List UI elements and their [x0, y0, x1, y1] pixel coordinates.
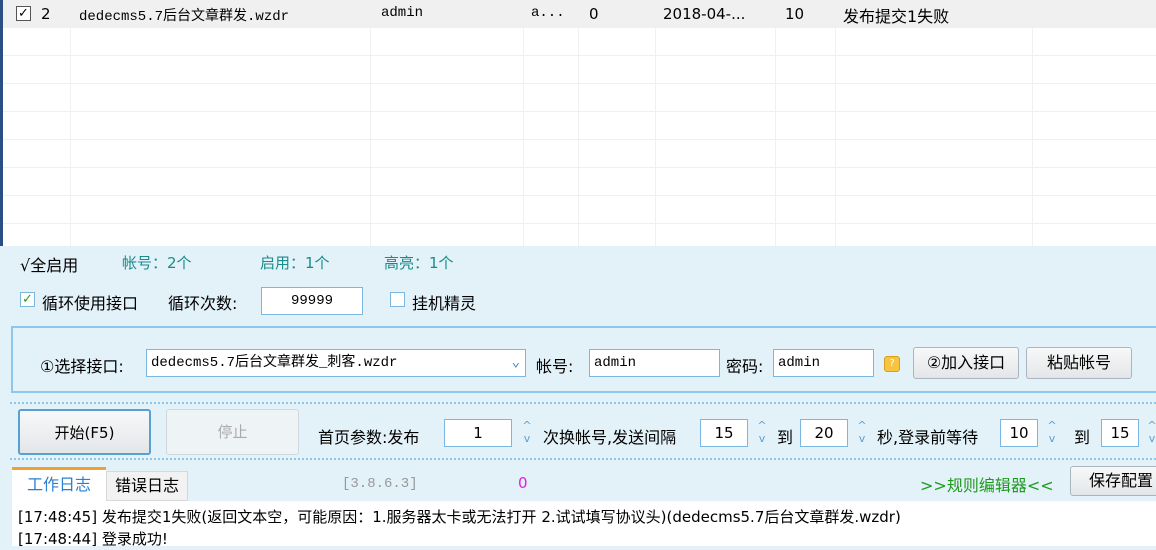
save-config-button[interactable]: 保存配置: [1070, 466, 1156, 496]
wait-to-spinner[interactable]: ^ v: [1143, 419, 1156, 447]
to-label-2: 到: [1074, 428, 1091, 447]
chevron-down-icon: ⌄: [511, 355, 520, 371]
help-icon[interactable]: ?: [884, 356, 900, 372]
wait-from-input[interactable]: 10: [1000, 419, 1038, 447]
tab-error-log[interactable]: 错误日志: [106, 471, 188, 501]
row-date: 2018-04-...: [663, 5, 746, 23]
accounts-count: 帐号：2个: [122, 254, 192, 272]
params-label: 首页参数:发布: [318, 428, 420, 447]
rule-editor-link[interactable]: >>规则编辑器<<: [920, 472, 1054, 496]
interface-select[interactable]: dedecms5.7后台文章群发_刺客.wzdr ⌄: [146, 349, 526, 377]
start-button[interactable]: 开始(F5): [18, 409, 151, 455]
tab-work-log[interactable]: 工作日志: [12, 467, 106, 501]
to-label: 到: [777, 428, 794, 447]
password-label: 密码:: [726, 357, 764, 376]
loop-count-input[interactable]: 99999: [261, 287, 363, 315]
loop-count-label: 循环次数:: [168, 294, 238, 313]
password-input[interactable]: admin: [773, 349, 874, 377]
wait-from-spinner[interactable]: ^ v: [1043, 419, 1061, 447]
switch-label: 次换帐号,发送间隔: [543, 428, 677, 447]
publish-count-input[interactable]: 1: [444, 419, 512, 447]
row-count: 0: [589, 5, 599, 23]
row-account: admin: [381, 5, 424, 21]
interval-from-spinner[interactable]: ^ v: [753, 419, 771, 447]
account-input[interactable]: admin: [589, 349, 720, 377]
version-label: [3.8.6.3]: [342, 476, 418, 492]
loop-checkbox[interactable]: ✓: [20, 292, 35, 307]
highlight-count: 高亮：1个: [384, 254, 454, 272]
interval-to-input[interactable]: 20: [800, 419, 848, 447]
select-interface-label: ①选择接口:: [40, 357, 124, 376]
row-status: 发布提交1失败: [843, 7, 950, 26]
loop-label: 循环使用接口: [42, 294, 139, 313]
account-label: 帐号:: [536, 357, 574, 376]
enabled-count: 启用：1个: [260, 254, 330, 272]
interface-select-value: dedecms5.7后台文章群发_刺客.wzdr: [151, 355, 398, 371]
interval-from-input[interactable]: 15: [700, 419, 748, 447]
hangup-checkbox[interactable]: [390, 292, 405, 307]
log-area[interactable]: [17:48:45] 发布提交1失败(返回文本空，可能原因：1.服务器太卡或无法…: [12, 501, 1156, 548]
paste-account-button[interactable]: 粘贴帐号: [1026, 347, 1132, 379]
enable-all-link[interactable]: √全启用: [20, 252, 78, 276]
row-checkbox[interactable]: ✓: [16, 6, 31, 21]
log-line: [17:48:45] 发布提交1失败(返回文本空，可能原因：1.服务器太卡或无法…: [18, 508, 901, 526]
wait-label: 秒,登录前等待: [877, 428, 979, 447]
row-interface: dedecms5.7后台文章群发.wzdr: [79, 9, 290, 25]
wait-to-input[interactable]: 15: [1101, 419, 1139, 447]
log-line: [17:48:44] 登录成功!: [18, 530, 168, 548]
row-value: 10: [785, 5, 805, 23]
counter-label: 0: [518, 474, 528, 492]
stop-button[interactable]: 停止: [166, 409, 299, 455]
task-table: ✓ 2 dedecms5.7后台文章群发.wzdr admin a... 0 2…: [0, 0, 1156, 246]
interval-to-spinner[interactable]: ^ v: [853, 419, 871, 447]
hangup-label: 挂机精灵: [412, 294, 477, 313]
publish-count-spinner[interactable]: ^ v: [518, 419, 536, 447]
row-password: a...: [531, 5, 565, 21]
add-interface-button[interactable]: ②加入接口: [913, 347, 1019, 379]
row-index: 2: [41, 5, 51, 23]
table-row[interactable]: ✓ 2 dedecms5.7后台文章群发.wzdr admin a... 0 2…: [3, 0, 1156, 28]
